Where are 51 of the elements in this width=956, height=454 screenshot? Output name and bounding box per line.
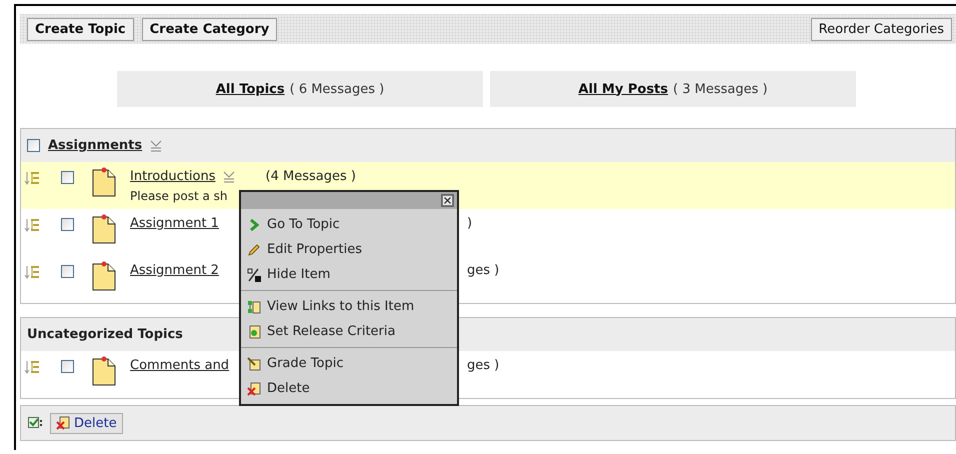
note-icon <box>92 356 116 386</box>
document-icon <box>247 324 261 338</box>
message-count: (4 Messages ) <box>266 169 356 184</box>
topic-link[interactable]: Assignment 1 <box>130 216 219 231</box>
links-icon <box>247 300 261 314</box>
message-count: ges ) <box>467 263 500 278</box>
reorder-icon[interactable] <box>24 264 40 280</box>
topic-link[interactable]: Introductions <box>130 169 216 184</box>
checkbox[interactable] <box>61 360 74 373</box>
pencil-icon <box>247 242 261 256</box>
menu-item[interactable]: Grade Topic <box>241 351 457 376</box>
delete-icon <box>56 416 70 430</box>
topic-link[interactable]: Comments and <box>130 358 230 373</box>
menu-item[interactable]: Edit Properties <box>241 237 457 262</box>
category-title: Uncategorized Topics <box>27 327 183 342</box>
note-icon <box>92 167 116 197</box>
sort-icon[interactable] <box>222 170 234 184</box>
view-link[interactable]: All My Posts <box>578 82 668 96</box>
close-icon[interactable] <box>441 194 454 207</box>
note-icon <box>92 214 116 244</box>
message-count: ges ) <box>467 358 500 373</box>
message-count: ( 3 Messages ) <box>673 82 768 96</box>
menu-item[interactable]: Delete <box>241 376 457 401</box>
reorder-icon[interactable] <box>24 170 40 186</box>
toolbar-button[interactable]: Reorder Categories <box>810 18 952 40</box>
reorder-icon[interactable] <box>24 217 40 233</box>
category-link[interactable]: Assignments <box>48 138 142 153</box>
delete-icon <box>247 382 261 396</box>
checkbox[interactable] <box>61 171 74 184</box>
checkbox[interactable] <box>61 265 74 278</box>
toolbar-button[interactable]: Create Topic <box>27 18 134 40</box>
topic-description: Please post a sh <box>130 189 229 203</box>
note-icon <box>92 261 116 291</box>
percent-icon <box>247 268 261 282</box>
checkbox[interactable] <box>27 139 40 152</box>
checkbox[interactable] <box>61 218 74 231</box>
message-count: ) <box>467 216 472 231</box>
chevron-icon <box>247 218 261 232</box>
sort-icon[interactable] <box>150 138 162 152</box>
menu-item[interactable]: View Links to this Item <box>241 294 457 319</box>
toolbar-button[interactable]: Create Category <box>142 18 278 40</box>
view-link[interactable]: All Topics <box>216 82 285 96</box>
message-count: ( 6 Messages ) <box>290 82 384 96</box>
menu-item[interactable]: Set Release Criteria <box>241 319 457 344</box>
delete-button[interactable]: Delete <box>50 412 123 434</box>
menu-item[interactable]: Go To Topic <box>241 212 457 237</box>
grade-icon <box>247 356 261 370</box>
reorder-icon[interactable] <box>24 359 40 375</box>
menu-item[interactable]: Hide Item <box>241 262 457 287</box>
checkbox-icon <box>28 416 42 430</box>
topic-link[interactable]: Assignment 2 <box>130 263 219 278</box>
